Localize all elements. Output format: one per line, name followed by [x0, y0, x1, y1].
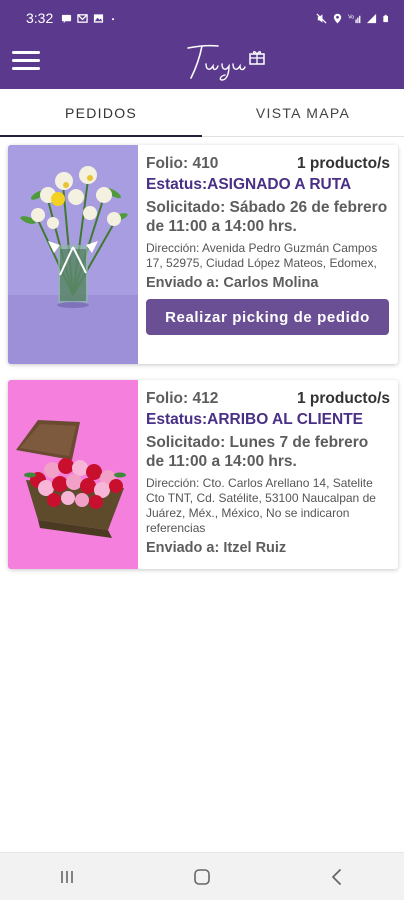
order-recipient: Enviado a: Carlos Molina — [146, 275, 319, 291]
order-details: Folio: 412 1 producto/s Estatus:ARRIBO A… — [138, 380, 398, 569]
gmail-icon — [77, 13, 88, 23]
location-icon — [333, 13, 342, 23]
order-status: Estatus:ARRIBO AL CLIENTE — [146, 411, 364, 428]
hamburger-menu-icon[interactable] — [10, 48, 42, 74]
svg-text:Vo: Vo — [348, 14, 354, 20]
order-image-flowers-vase — [8, 145, 138, 364]
image-icon — [94, 13, 104, 23]
order-address: Dirección: Cto. Carlos Arellano 14, Sate… — [146, 476, 376, 535]
dot-icon — [112, 17, 115, 20]
order-requested-line1: Solicitado: Lunes 7 de febrero — [146, 434, 369, 451]
mute-icon — [316, 12, 327, 24]
order-address: Dirección: Avenida Pedro Guzmán Campos 1… — [146, 241, 378, 270]
app-header: 3:32 Vo — [0, 0, 404, 89]
message-icon — [62, 14, 72, 23]
order-details: Folio: 410 1 producto/s Estatus:ASIGNADO… — [138, 145, 398, 364]
order-requested-line2: de 11:00 a 14:00 hrs. — [146, 218, 297, 235]
order-recipient: Enviado a: Itzel Ruiz — [146, 540, 287, 556]
picking-button[interactable]: Realizar picking de pedido — [146, 299, 389, 335]
order-folio: Folio: 412 — [146, 390, 219, 407]
order-requested-date: Solicitado: Lunes 7 de febrero de 11:00 … — [146, 433, 390, 471]
home-icon[interactable] — [182, 862, 222, 892]
tuyu-logo — [187, 44, 265, 81]
status-bar: 3:32 Vo — [0, 0, 404, 36]
recents-icon[interactable] — [47, 862, 87, 892]
order-card[interactable]: Folio: 410 1 producto/s Estatus:ASIGNADO… — [8, 145, 398, 364]
order-requested-line2: de 11:00 a 14:00 hrs. — [146, 453, 297, 470]
order-product-count: 1 producto/s — [296, 390, 390, 407]
volte-signal-icon: Vo — [348, 14, 361, 23]
signal-icon — [366, 13, 377, 23]
order-card[interactable]: Folio: 412 1 producto/s Estatus:ARRIBO A… — [8, 380, 398, 569]
tab-pedidos[interactable]: PEDIDOS — [0, 89, 202, 137]
status-time: 3:32 — [26, 10, 54, 26]
system-nav-bar — [0, 852, 404, 900]
order-status: Estatus:ASIGNADO A RUTA — [146, 176, 352, 193]
order-requested-line1: Solicitado: Sábado 26 de febrero — [146, 199, 388, 216]
back-icon[interactable] — [317, 862, 357, 892]
app-bar — [0, 36, 404, 89]
order-requested-date: Solicitado: Sábado 26 de febrero de 11:0… — [146, 198, 390, 236]
order-folio: Folio: 410 — [146, 155, 219, 172]
tab-bar: PEDIDOS VISTA MAPA — [0, 89, 404, 137]
order-image-flower-chest — [8, 380, 138, 569]
tab-vista-mapa[interactable]: VISTA MAPA — [202, 89, 404, 136]
battery-icon — [383, 14, 388, 22]
order-product-count: 1 producto/s — [296, 155, 390, 172]
